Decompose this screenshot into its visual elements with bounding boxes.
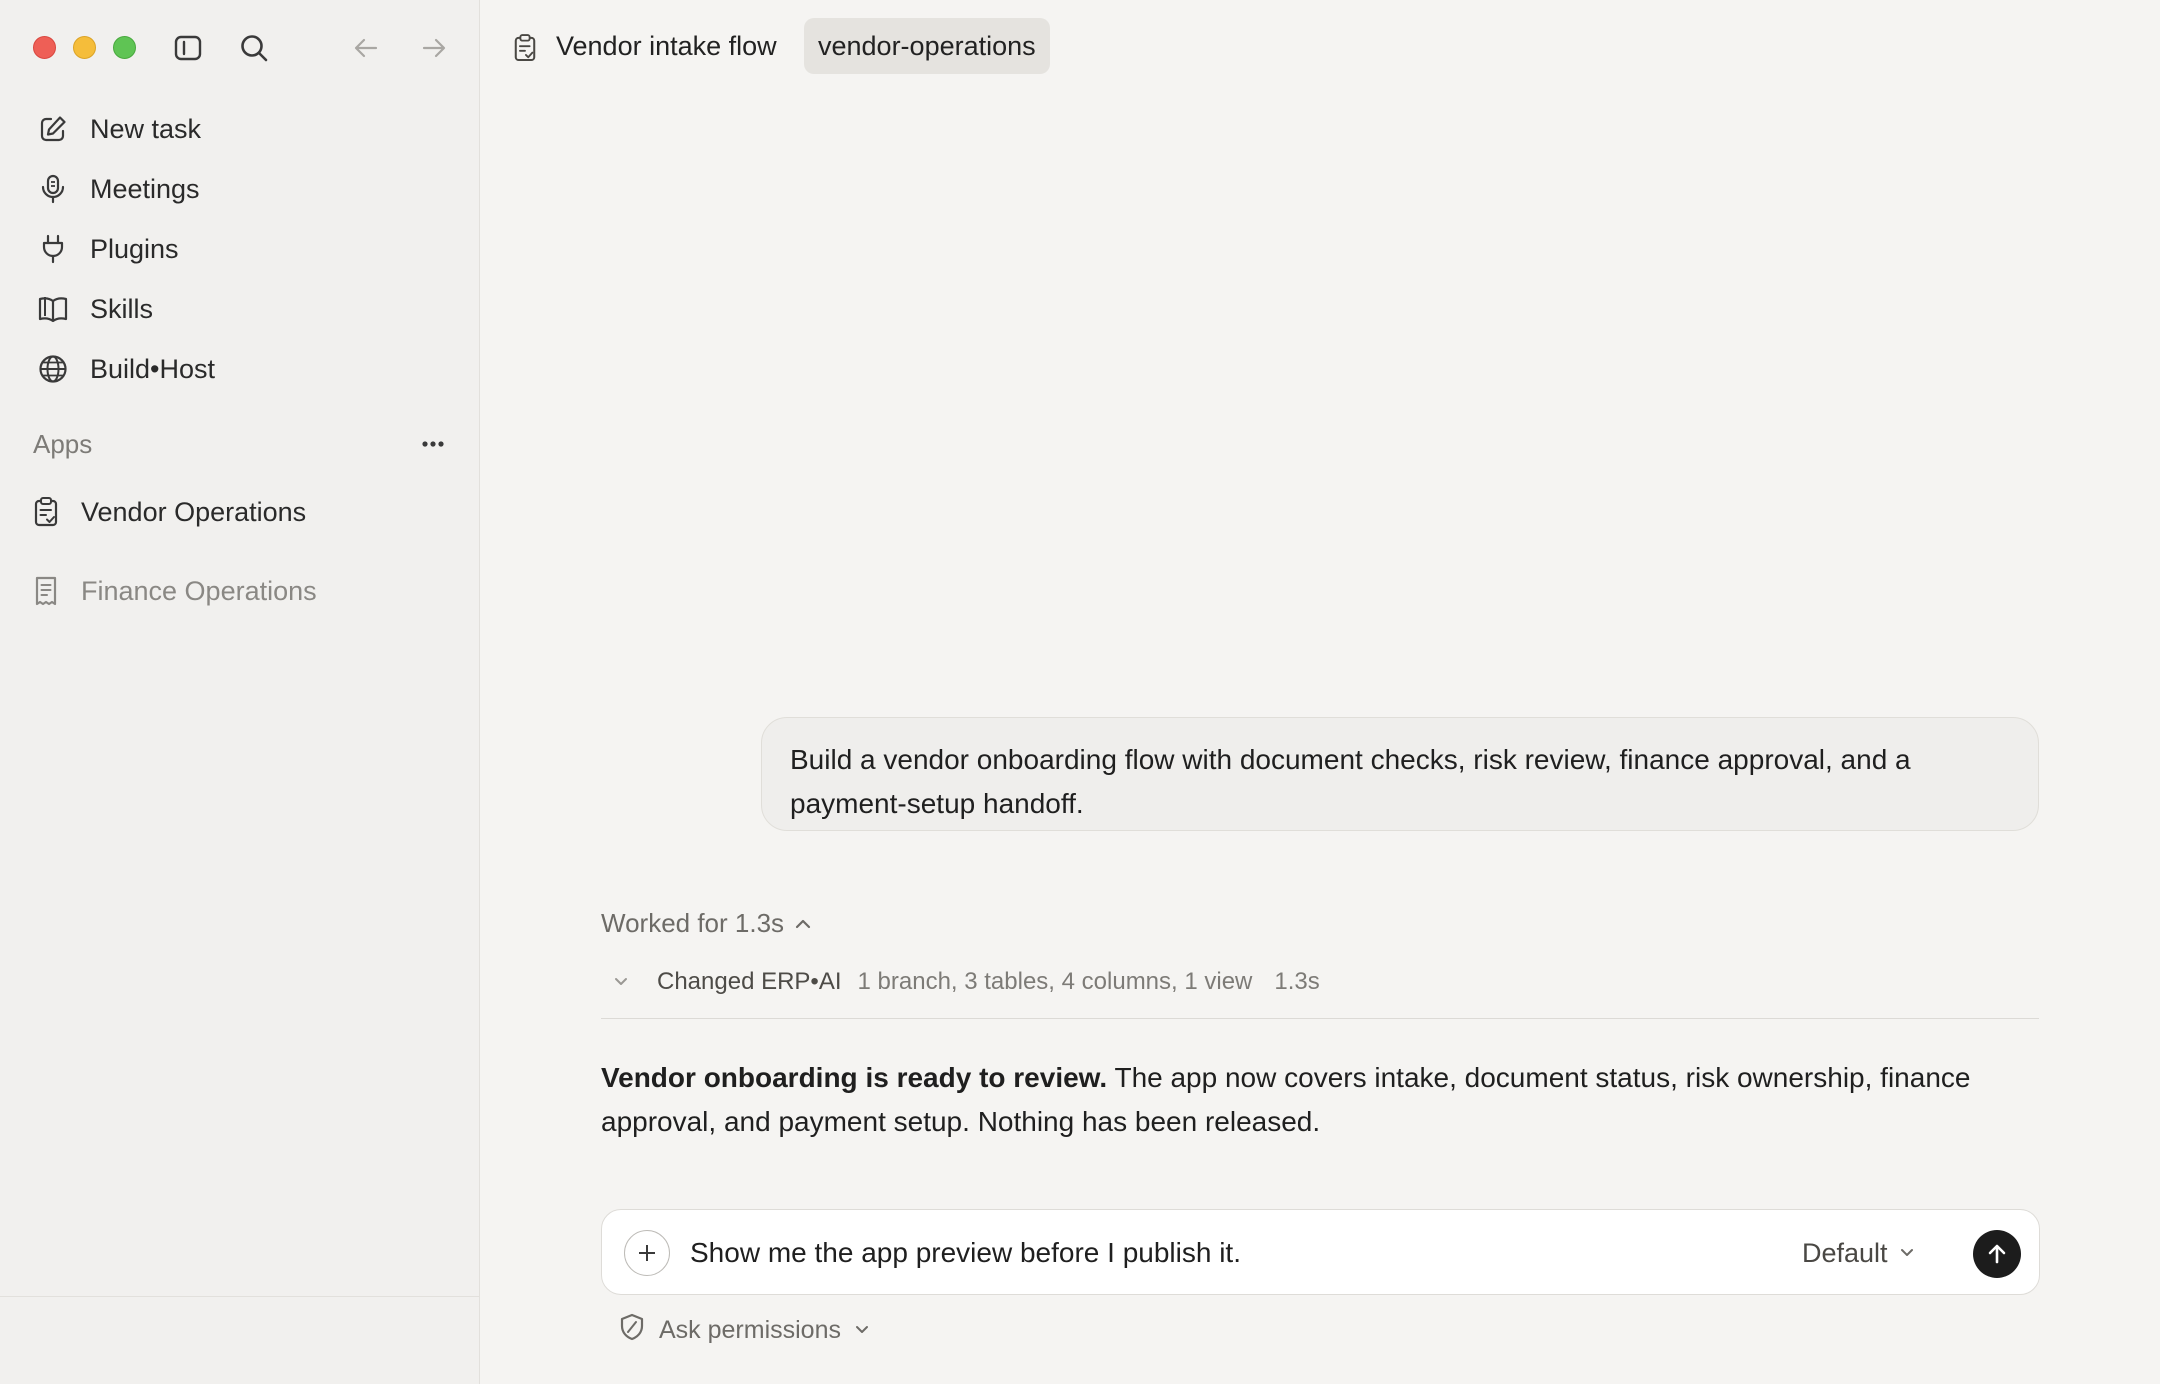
sidebar-item-label: Meetings bbox=[90, 173, 200, 204]
worked-for-label: Worked for 1.3s bbox=[601, 908, 785, 938]
sidebar-item-label: New task bbox=[90, 113, 202, 144]
globe-icon bbox=[32, 348, 74, 390]
sidebar-item-new-task[interactable]: New task bbox=[32, 102, 452, 156]
main-pane: Vendor intake flow vendor-operations Bui… bbox=[481, 0, 2160, 1384]
sidebar-app-label: Finance Operations bbox=[81, 575, 317, 606]
book-icon bbox=[32, 288, 74, 330]
close-window-button[interactable] bbox=[33, 36, 56, 59]
change-label: Changed ERP•AI bbox=[657, 968, 842, 995]
user-message-bubble: Build a vendor onboarding flow with docu… bbox=[761, 717, 2039, 831]
more-options-icon[interactable] bbox=[413, 424, 453, 464]
message-composer: Default bbox=[601, 1209, 2040, 1295]
clipboard-check-icon bbox=[28, 492, 64, 532]
project-chip[interactable]: vendor-operations bbox=[804, 18, 1050, 74]
model-select-value: Default bbox=[1802, 1237, 1888, 1268]
clipboard-check-icon bbox=[505, 28, 545, 68]
top-bar: Vendor intake flow vendor-operations bbox=[481, 0, 2160, 96]
permissions-select[interactable]: Ask permissions bbox=[619, 1310, 871, 1350]
plug-icon bbox=[32, 228, 74, 270]
chevron-down-icon bbox=[853, 1324, 871, 1336]
message-input[interactable] bbox=[690, 1232, 1770, 1274]
sidebar-item-build-host[interactable]: Build•Host bbox=[32, 342, 452, 396]
pencil-square-icon bbox=[32, 108, 74, 150]
assistant-reply-headline: Vendor onboarding is ready to review. bbox=[601, 1062, 1108, 1093]
search-icon[interactable] bbox=[234, 28, 274, 68]
sidebar-item-label: Plugins bbox=[90, 233, 179, 264]
receipt-icon bbox=[28, 571, 64, 611]
minimize-window-button[interactable] bbox=[73, 36, 96, 59]
chevron-down-icon bbox=[1898, 1247, 1916, 1259]
shield-icon bbox=[619, 1313, 645, 1348]
plus-icon bbox=[639, 1245, 655, 1261]
add-attachment-button[interactable] bbox=[624, 1230, 670, 1276]
zoom-window-button[interactable] bbox=[113, 36, 136, 59]
back-arrow-icon[interactable] bbox=[346, 28, 386, 68]
apps-section-header: Apps bbox=[33, 424, 453, 464]
worked-for-toggle[interactable]: Worked for 1.3s bbox=[601, 908, 812, 939]
chevron-down-icon[interactable] bbox=[601, 962, 641, 1002]
page-title[interactable]: Vendor intake flow bbox=[556, 28, 777, 64]
microphone-icon bbox=[32, 168, 74, 210]
sidebar-item-skills[interactable]: Skills bbox=[32, 282, 452, 336]
forward-arrow-icon[interactable] bbox=[414, 28, 454, 68]
sidebar-app-label: Vendor Operations bbox=[81, 496, 307, 527]
assistant-reply: Vendor onboarding is ready to review. Th… bbox=[601, 1056, 2046, 1144]
change-summary-row: Changed ERP•AI 1 branch, 3 tables, 4 col… bbox=[601, 962, 2041, 1002]
send-button[interactable] bbox=[1973, 1230, 2021, 1278]
permissions-label: Ask permissions bbox=[659, 1315, 841, 1344]
toggle-sidebar-icon[interactable] bbox=[168, 28, 208, 68]
apps-section-title: Apps bbox=[33, 428, 93, 459]
sidebar-footer-divider bbox=[0, 1296, 480, 1297]
sidebar-item-meetings[interactable]: Meetings bbox=[32, 162, 452, 216]
sidebar-item-label: Build•Host bbox=[90, 353, 216, 384]
sidebar-item-plugins[interactable]: Plugins bbox=[32, 222, 452, 276]
arrow-up-icon bbox=[1988, 1244, 2006, 1264]
sidebar: New task Meetings Plugins Skills Build•H… bbox=[0, 0, 480, 1384]
model-select[interactable]: Default bbox=[1802, 1232, 1916, 1274]
sidebar-item-label: Skills bbox=[90, 293, 154, 324]
chevron-up-icon bbox=[794, 918, 812, 930]
app-window: New task Meetings Plugins Skills Build•H… bbox=[0, 0, 2160, 1384]
sidebar-app-vendor-operations[interactable]: Vendor Operations bbox=[28, 482, 458, 542]
change-detail: 1 branch, 3 tables, 4 columns, 1 view bbox=[857, 968, 1253, 995]
sidebar-app-finance-operations[interactable]: Finance Operations bbox=[28, 561, 458, 621]
divider bbox=[601, 1018, 2039, 1019]
change-duration: 1.3s bbox=[1274, 968, 1320, 995]
